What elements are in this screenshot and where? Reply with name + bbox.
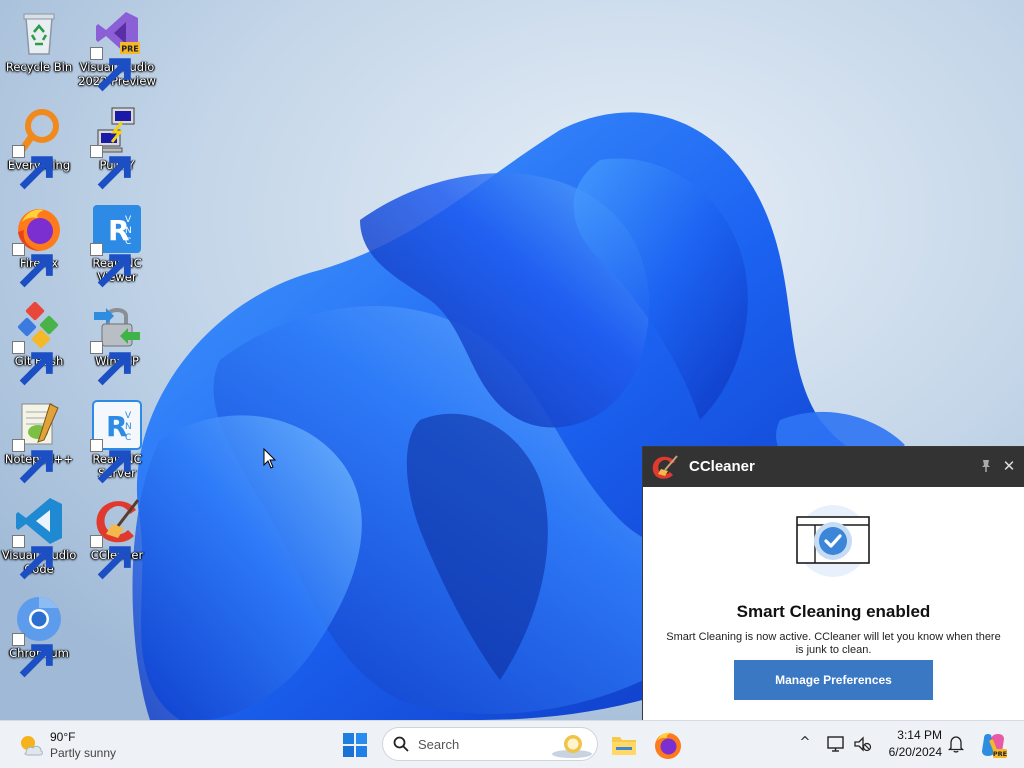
partly-sunny-icon — [21, 736, 43, 756]
manage-preferences-button[interactable]: Manage Preferences — [734, 660, 933, 700]
pin-icon[interactable] — [979, 459, 993, 473]
notification-body: Smart Cleaning enabled Smart Cleaning is… — [643, 487, 1024, 720]
notification-heading: Smart Cleaning enabled — [736, 602, 931, 621]
search-highlight-icon — [552, 735, 592, 758]
desktop-icon-everything[interactable]: Everything — [0, 106, 78, 190]
shortcut-arrow-icon — [90, 439, 131, 484]
system-clock[interactable]: 3:14 PM 6/20/2024 — [870, 727, 942, 761]
weather-temperature: 90°F — [50, 730, 76, 744]
desktop-icon-realvnc-server[interactable]: R V N C RealVNC Server — [78, 400, 156, 484]
shortcut-arrow-icon — [12, 633, 53, 678]
taskbar: 90°F Partly sunny Search ^ 3:14 PM 6/20/… — [0, 720, 1024, 768]
show-hidden-icons-chevron-icon[interactable]: ^ — [796, 735, 814, 753]
desktop-icon-visual-studio-2022-preview[interactable]: PRE Visual Studio 2022 Preview — [78, 8, 156, 92]
desktop-icon-vscode[interactable]: Visual Studio Code — [0, 496, 78, 580]
file-explorer-icon[interactable] — [608, 729, 640, 761]
shortcut-arrow-icon — [12, 243, 53, 288]
svg-text:V: V — [125, 411, 132, 421]
notification-header: CCleaner ✕ — [643, 447, 1024, 487]
shortcut-arrow-icon — [90, 145, 131, 190]
notification-bell-icon[interactable] — [947, 735, 965, 753]
notification-message: Smart Cleaning is now active. CCleaner w… — [666, 631, 1001, 656]
desktop-icon-firefox[interactable]: Firefox — [0, 204, 78, 288]
desktop-icon-ccleaner[interactable]: CCleaner — [78, 496, 156, 580]
firefox-taskbar-icon[interactable] — [652, 729, 684, 761]
shortcut-arrow-icon — [90, 47, 131, 92]
desktop-icon-chromium[interactable]: Chromium — [0, 594, 78, 678]
weather-condition: Partly sunny — [50, 746, 117, 760]
shortcut-arrow-icon — [90, 535, 131, 580]
weather-widget[interactable]: 90°F Partly sunny — [14, 727, 154, 763]
clock-date: 6/20/2024 — [888, 745, 942, 759]
shortcut-arrow-icon — [12, 341, 53, 386]
volume-status-icon[interactable] — [852, 734, 872, 754]
shortcut-arrow-icon — [90, 341, 131, 386]
ccleaner-logo-icon — [652, 455, 678, 479]
desktop-icon-winscp[interactable]: WinSCP — [78, 302, 156, 386]
ccleaner-notification: CCleaner ✕ Smart Cleaning enabled Smart … — [643, 447, 1024, 720]
notification-app-name: CCleaner — [689, 458, 755, 475]
desktop-icon-git-bash[interactable]: Git Bash — [0, 302, 78, 386]
shortcut-arrow-icon — [90, 243, 131, 288]
desktop-icon-putty[interactable]: PuTTY — [78, 106, 156, 190]
svg-text:PRE: PRE — [993, 750, 1007, 758]
shortcut-arrow-icon — [12, 535, 53, 580]
shortcut-arrow-icon — [12, 145, 53, 190]
clock-time: 3:14 PM — [897, 728, 942, 742]
desktop-icon-label: Recycle Bin — [5, 60, 73, 74]
desktop-icon-notepadpp[interactable]: Notepad++ — [0, 400, 78, 484]
svg-text:V: V — [125, 215, 132, 225]
taskbar-search-box[interactable]: Search — [382, 727, 598, 761]
search-placeholder: Search — [418, 737, 460, 752]
desktop-icon-realvnc-viewer[interactable]: R V N C RealVNC Viewer — [78, 204, 156, 288]
network-icon[interactable] — [826, 734, 846, 754]
start-button[interactable] — [340, 730, 370, 760]
recycle-bin-icon — [23, 13, 55, 55]
copilot-icon[interactable]: PRE — [978, 730, 1008, 760]
desktop-icon-recycle-bin[interactable]: Recycle Bin — [0, 8, 78, 74]
smart-cleaning-illustration-icon — [796, 505, 870, 577]
search-icon — [393, 736, 409, 752]
mouse-pointer-icon — [263, 448, 277, 469]
close-icon[interactable]: ✕ — [1001, 458, 1017, 474]
svg-text:N: N — [125, 422, 132, 432]
svg-text:N: N — [125, 226, 132, 236]
shortcut-arrow-icon — [12, 439, 53, 484]
